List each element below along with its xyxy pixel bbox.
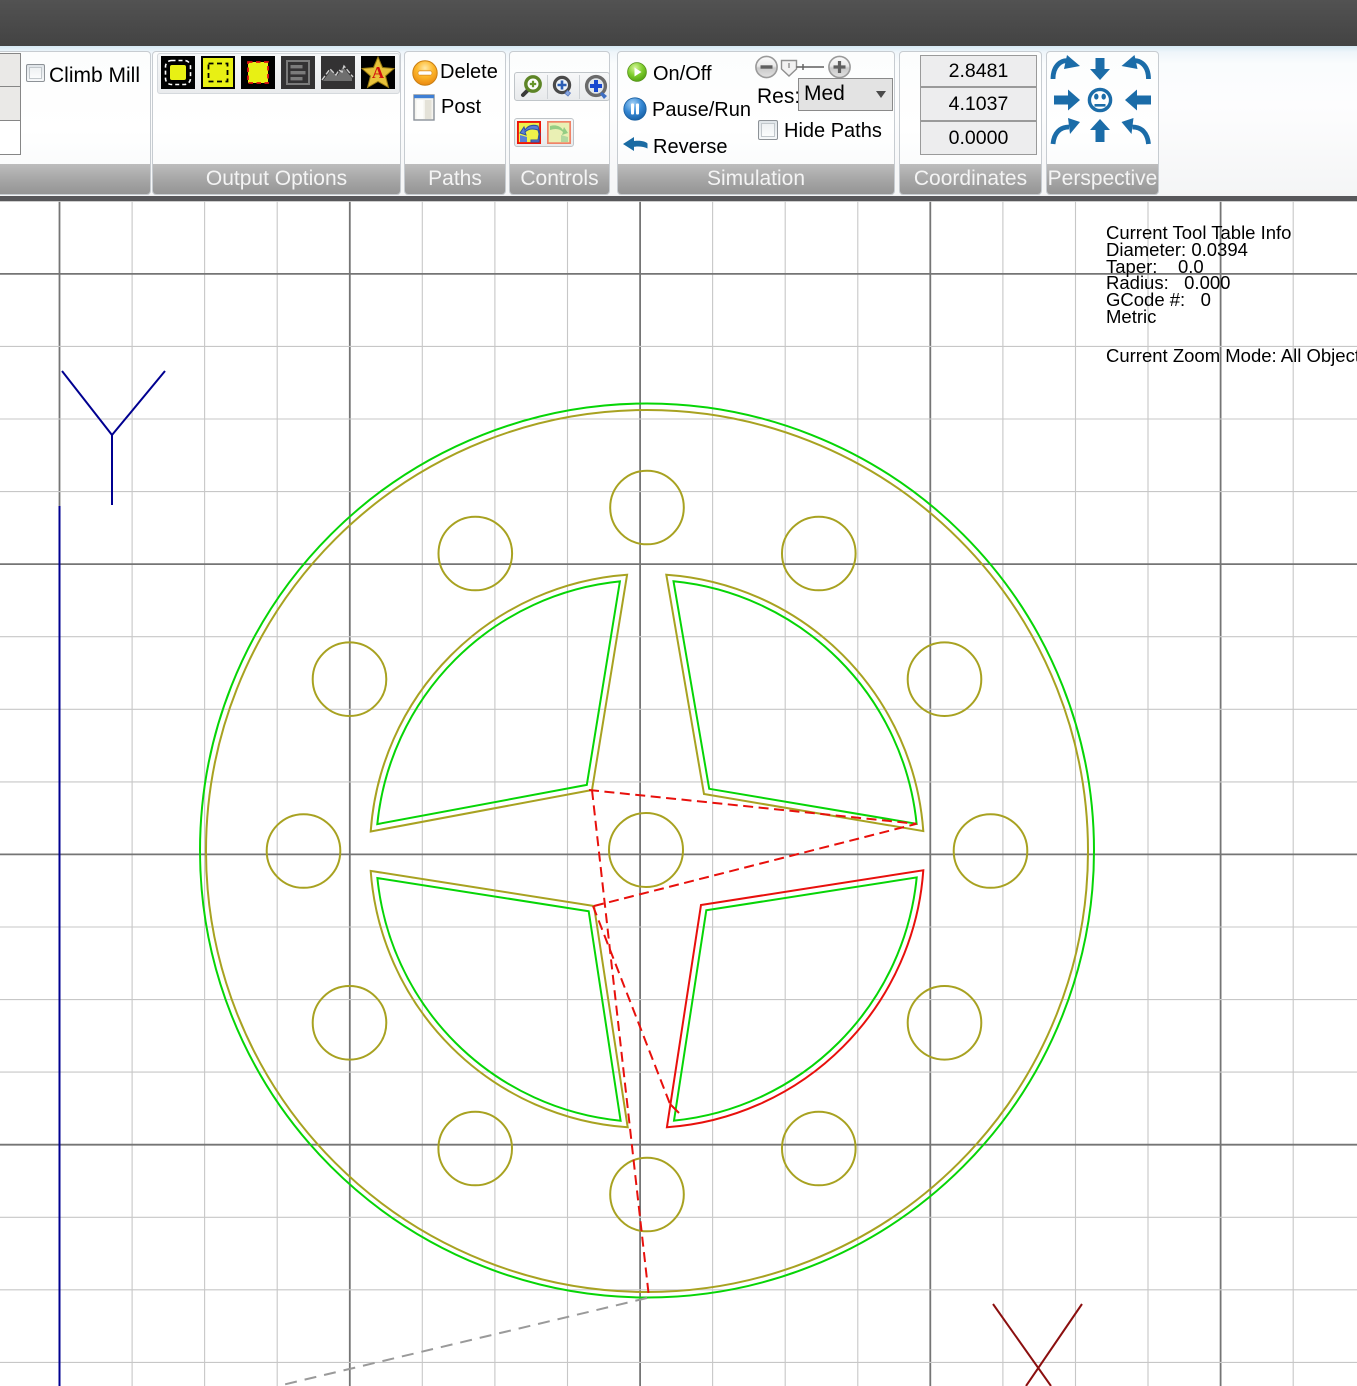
svg-text:A: A xyxy=(372,63,385,82)
